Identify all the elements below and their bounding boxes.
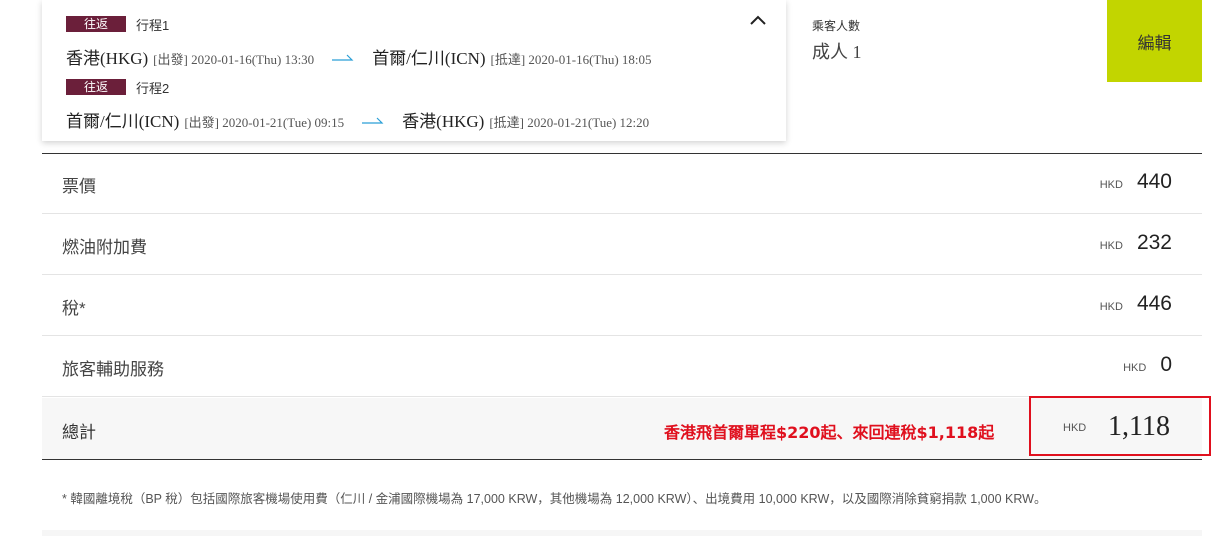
currency-code: HKD	[1099, 240, 1123, 252]
destination-city: 香港(HKG)	[402, 112, 485, 131]
arrival-info: [抵達] 2020-01-16(Thu) 18:05	[490, 52, 652, 67]
flight-arrow-icon	[332, 54, 354, 61]
fare-label: 稅*	[62, 299, 86, 318]
trip-header-1: 往返 行程1	[66, 16, 170, 33]
round-trip-badge: 往返	[66, 16, 126, 32]
trip-label: 行程1	[136, 17, 170, 33]
fare-amount: HKD 0	[1123, 353, 1172, 377]
total-amount: 1,118	[1108, 411, 1170, 442]
currency-code: HKD	[1099, 301, 1123, 313]
trip-header-2: 往返 行程2	[66, 79, 170, 96]
tax-footnote: * 韓國離境稅（BP 稅）包括國際旅客機場使用費（仁川 / 金浦國際機場為 17…	[62, 492, 1047, 506]
passenger-count-label: 乘客人數	[812, 19, 861, 33]
chevron-up-icon[interactable]	[748, 12, 768, 28]
fare-row-fuel-surcharge: 燃油附加費 HKD 232	[42, 215, 1202, 275]
amount-value: 446	[1136, 292, 1172, 315]
total-amount-highlight: HKD 1,118	[1029, 396, 1211, 456]
fare-amount: HKD 232	[1100, 231, 1172, 255]
trip-segment-1: 香港(HKG) [出發] 2020-01-16(Thu) 13:30 首爾/仁川…	[66, 44, 652, 69]
arrival-info: [抵達] 2020-01-21(Tue) 12:20	[489, 115, 650, 130]
total-label: 總計	[62, 423, 96, 442]
promo-text: 香港飛首爾單程$220起、來回連稅$1,118起	[664, 423, 995, 442]
fare-amount: HKD 446	[1100, 292, 1172, 316]
origin-city: 首爾/仁川(ICN)	[66, 112, 180, 131]
flight-arrow-icon	[362, 117, 384, 124]
origin-city: 香港(HKG)	[66, 49, 149, 68]
departure-info: [出發] 2020-01-16(Thu) 13:30	[153, 52, 315, 67]
destination-city: 首爾/仁川(ICN)	[372, 49, 486, 68]
departure-info: [出發] 2020-01-21(Tue) 09:15	[184, 115, 345, 130]
fare-row-tax: 稅* HKD 446	[42, 276, 1202, 336]
amount-value: 440	[1136, 170, 1172, 193]
fare-label: 票價	[62, 177, 96, 196]
trip-label: 行程2	[136, 80, 170, 96]
currency-code: HKD	[1063, 422, 1087, 434]
fare-row-ancillary: 旅客輔助服務 HKD 0	[42, 337, 1202, 397]
section-divider	[42, 530, 1202, 536]
fare-label: 燃油附加費	[62, 238, 147, 257]
itinerary-card: 往返 行程1 香港(HKG) [出發] 2020-01-16(Thu) 13:3…	[42, 0, 786, 141]
passenger-count-value: 成人 1	[812, 42, 862, 62]
amount-value: 232	[1136, 231, 1172, 254]
total-row: 總計 香港飛首爾單程$220起、來回連稅$1,118起 HKD 1,118	[42, 396, 1211, 460]
amount-value: 0	[1160, 353, 1172, 376]
fare-label: 旅客輔助服務	[62, 360, 164, 379]
round-trip-badge: 往返	[66, 79, 126, 95]
edit-button[interactable]: 編輯	[1107, 0, 1202, 82]
trip-segment-2: 首爾/仁川(ICN) [出發] 2020-01-21(Tue) 09:15 香港…	[66, 107, 649, 132]
fare-row-ticket: 票價 HKD 440	[42, 154, 1202, 214]
currency-code: HKD	[1123, 362, 1147, 374]
fare-amount: HKD 440	[1100, 170, 1172, 194]
currency-code: HKD	[1099, 179, 1123, 191]
